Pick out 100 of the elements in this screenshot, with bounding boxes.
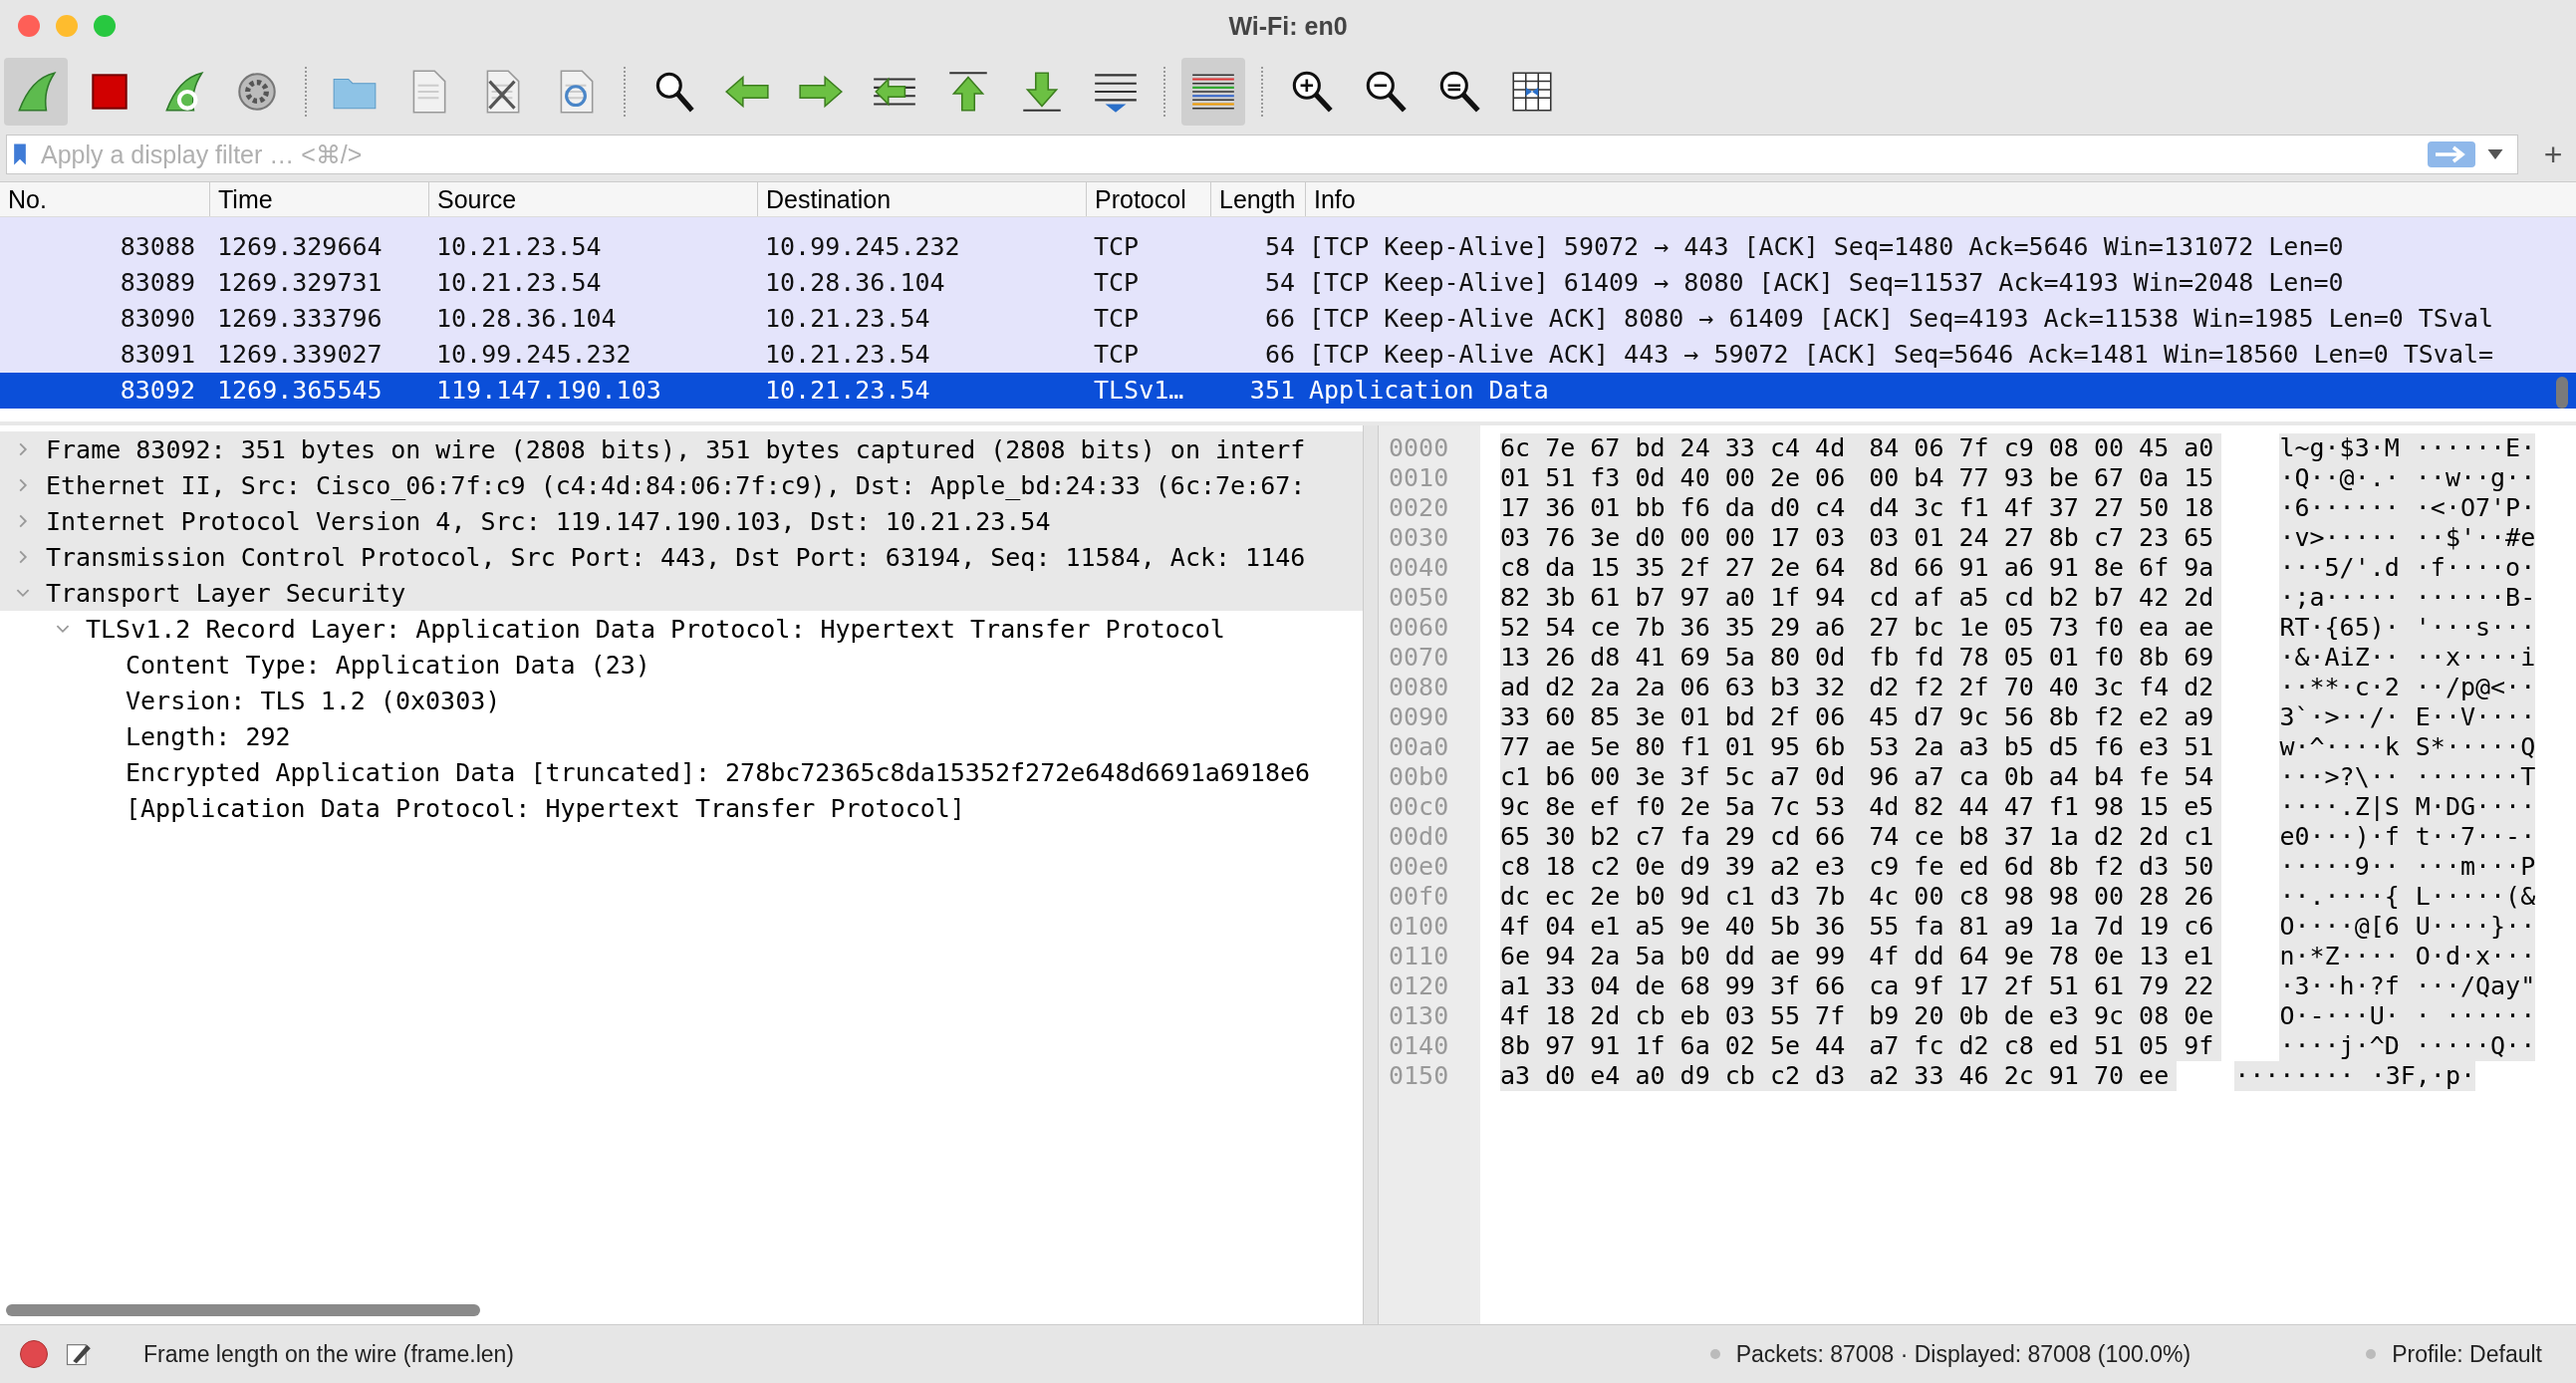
byte-offset: 0130: [1388, 1001, 1450, 1031]
ascii-bytes: ·<·O7'P·: [2415, 493, 2536, 523]
column-header[interactable]: No.: [0, 182, 209, 216]
column-header[interactable]: Protocol: [1086, 182, 1210, 216]
byte-offset: 0090: [1388, 702, 1450, 732]
ascii-bytes: ···/Qay": [2415, 971, 2536, 1001]
byte-offset: 0100: [1388, 912, 1450, 942]
table-cell-text: 66: [1263, 303, 1296, 335]
tree-item[interactable]: [Application Data Protocol: Hypertext Transfer Protocol]: [0, 790, 1363, 826]
ascii-bytes: O····@[6: [2279, 912, 2416, 942]
display-filter-field[interactable]: Apply a display filter … <⌘/>: [39, 138, 2416, 170]
ascii-bytes: ·3F,·p·: [2370, 1061, 2475, 1091]
ascii-bytes: RT·{65)·: [2279, 613, 2416, 643]
packet-row[interactable]: 83091 1269.339027 10.99.245.232 10.21.23.54 TCP 66 [TCP Keep-Alive ACK] 443 → 59072 [ACK] Seq=5646 Ack=1481 Win=18560 Len=0 TSval=: [0, 337, 2576, 373]
ascii-bytes: · ······: [2415, 1001, 2536, 1031]
tree-item[interactable]: Content Type: Application Data (23): [0, 647, 1363, 683]
ascii-bytes: n·*Z····: [2279, 942, 2416, 971]
table-cell-text: 10.21.23.54: [764, 339, 931, 371]
table-cell-text: 83091: [119, 339, 196, 371]
tree-item[interactable]: Version: TLS 1.2 (0x0303): [0, 683, 1363, 718]
packet-row[interactable]: 83088 1269.329664 10.21.23.54 10.99.245.232 TCP 54 [TCP Keep-Alive] 59072 → 443 [ACK] Seq=1480 Ack=5646 Win=131072 Len=0: [0, 229, 2576, 265]
hex-bytes: c9 fe ed 6d 8b f2 d3 50: [1853, 852, 2222, 882]
ascii-bytes: ·v>·····: [2279, 523, 2416, 553]
ascii-bytes: w·^····k: [2279, 732, 2416, 762]
table-cell-text: [TCP Keep-Alive ACK] 443 → 59072 [ACK] Seq=5646 Ack=1481 Win=18560 Len=0 TSval=: [1308, 339, 2495, 371]
column-header[interactable]: Info: [1305, 182, 2576, 216]
profile-label[interactable]: Profile: Default: [2392, 1340, 2542, 1368]
byte-offset: 0110: [1388, 942, 1450, 971]
table-cell-text: 119.147.190.103: [435, 375, 662, 407]
dropdown-caret-icon[interactable]: [2487, 149, 2503, 159]
close-window-button[interactable]: [18, 15, 40, 37]
column-header[interactable]: Destination: [757, 182, 1086, 216]
table-cell-text: 83088: [119, 231, 196, 263]
hex-bytes: 6c 7e 67 bd 24 33 c4 4d: [1500, 433, 1854, 463]
display-filter-field[interactable]: Apply a display filter … <⌘/>: [6, 135, 2518, 174]
ascii-bytes: ··x····i: [2415, 643, 2536, 673]
hex-bytes: 01 51 f3 0d 40 00 2e 06: [1500, 463, 1854, 493]
ascii-bytes: ··/p@<··: [2415, 673, 2536, 702]
column-header[interactable]: Time: [209, 182, 428, 216]
hex-bytes: 82 3b 61 b7 97 a0 1f 94: [1500, 583, 1854, 613]
capture-status-icon[interactable]: [20, 1340, 48, 1368]
table-cell-text: [TCP Keep-Alive ACK] 8080 → 61409 [ACK] Seq=4193 Ack=11538 Win=1985 Len=0 TSval: [1308, 303, 2495, 335]
packet-row[interactable]: 83090 1269.333796 10.28.36.104 10.21.23.54 TCP 66 [TCP Keep-Alive ACK] 8080 → 61409 [ACK] Seq=4193 Ack=11538 Win=1985 Len=0 TSval: [0, 301, 2576, 337]
hex-bytes: fb fd 78 05 01 f0 8b 69: [1853, 643, 2222, 673]
ascii-bytes: ···>?\··: [2279, 762, 2416, 792]
ascii-bytes: U····}··: [2415, 912, 2536, 942]
scrollbar-thumb[interactable]: [2556, 377, 2568, 409]
ascii-bytes: ···m···P: [2415, 852, 2536, 882]
tree-item[interactable]: Ethernet II, Src: Cisco_06:7f:c9 (c4:4d:84:06:7f:c9), Dst: Apple_bd:24:33 (6c:7e:67:: [0, 467, 1363, 503]
tree-item[interactable]: Length: 292: [0, 718, 1363, 754]
hex-bytes: 00 b4 77 93 be 67 0a 15: [1853, 463, 2222, 493]
packet-count: Packets: 87008 · Displayed: 87008 (100.0%): [1735, 1340, 2191, 1368]
hex-bytes: ca 9f 17 2f 51 61 79 22: [1853, 971, 2222, 1001]
scrollbar-thumb[interactable]: [6, 1304, 480, 1316]
bookmark-icon[interactable]: [13, 141, 27, 167]
ascii-bytes: ····j·^D: [2279, 1031, 2416, 1061]
byte-offset: 00c0: [1388, 792, 1450, 822]
hex-bytes: 65 30 b2 c7 fa 29 cd 66: [1500, 822, 1854, 852]
status-message: Frame length on the wire (frame.len): [143, 1340, 515, 1368]
ascii-bytes: ·······T: [2415, 762, 2536, 792]
status-dot: [1709, 1349, 1720, 1359]
column-header[interactable]: Source: [428, 182, 757, 216]
hex-bytes: dc ec 2e b0 9d c1 d3 7b: [1500, 882, 1854, 912]
packet-row[interactable]: 83089 1269.329731 10.21.23.54 10.28.36.104 TCP 54 [TCP Keep-Alive] 61409 → 8080 [ACK] Seq=11537 Ack=4193 Win=2048 Len=0: [0, 265, 2576, 301]
byte-offset: 00d0: [1388, 822, 1450, 852]
tree-item[interactable]: TLSv1.2 Record Layer: Application Data Protocol: Hypertext Transfer Protocol: [0, 611, 1363, 647]
ascii-bytes: t··7··-·: [2415, 822, 2536, 852]
hex-bytes: 84 06 7f c9 08 00 45 a0: [1853, 433, 2222, 463]
table-cell-text: 10.21.23.54: [764, 375, 931, 407]
table-cell-text: TLSv1…: [1093, 375, 1185, 407]
tree-item[interactable]: Transport Layer Security: [0, 575, 1363, 611]
hex-bytes: 96 a7 ca 0b a4 b4 fe 54: [1853, 762, 2222, 792]
hex-bytes: a2 33 46 2c 91 70 ee: [1853, 1061, 2178, 1091]
shark-fin-icon[interactable]: [4, 58, 68, 126]
tree-item[interactable]: Transmission Control Protocol, Src Port: 443, Dst Port: 63194, Seq: 11584, Ack: 1146: [0, 539, 1363, 575]
colorize-icon[interactable]: [1181, 58, 1245, 126]
ascii-bytes: ·····Q··: [2415, 1031, 2536, 1061]
ascii-bytes: E··V····: [2415, 702, 2536, 732]
table-cell-text: 1269.329731: [216, 267, 384, 299]
hex-bytes: 8d 66 91 a6 91 8e 6f 9a: [1853, 553, 2222, 583]
hex-bytes: cd af a5 cd b2 b7 42 2d: [1853, 583, 2222, 613]
ascii-bytes: O·d·x···: [2415, 942, 2536, 971]
hex-bytes: 4c 00 c8 98 98 00 28 26: [1853, 882, 2222, 912]
byte-offset: 00a0: [1388, 732, 1450, 762]
byte-offset: 0040: [1388, 553, 1450, 583]
ascii-bytes: 3`·>··/·: [2279, 702, 2416, 732]
hex-bytes: 74 ce b8 37 1a d2 2d c1: [1853, 822, 2222, 852]
table-cell-text: 1269.365545: [216, 375, 384, 407]
table-cell-text: 10.99.245.232: [435, 339, 633, 371]
hex-bytes: c1 b6 00 3e 3f 5c a7 0d: [1500, 762, 1854, 792]
column-header[interactable]: Length: [1210, 182, 1305, 216]
hex-bytes: 6e 94 2a 5a b0 dd ae 99: [1500, 942, 1854, 971]
packet-row[interactable]: 83092 1269.365545 119.147.190.103 10.21.23.54 TLSv1… 351 Application Data: [0, 373, 2576, 409]
table-cell-text: 1269.333796: [216, 303, 384, 335]
tree-item[interactable]: Encrypted Application Data [truncated]: 278bc72365c8da15352f272e648d6691a6918e6: [0, 754, 1363, 790]
add-filter-button[interactable]: +: [2538, 136, 2568, 173]
table-cell-text: 83092: [119, 375, 196, 407]
tree-item[interactable]: Internet Protocol Version 4, Src: 119.147.190.103, Dst: 10.21.23.54: [0, 503, 1363, 539]
tree-item[interactable]: Frame 83092: 351 bytes on wire (2808 bits), 351 bytes captured (2808 bits) on interf: [0, 431, 1363, 467]
table-cell-text: TCP: [1093, 231, 1141, 263]
